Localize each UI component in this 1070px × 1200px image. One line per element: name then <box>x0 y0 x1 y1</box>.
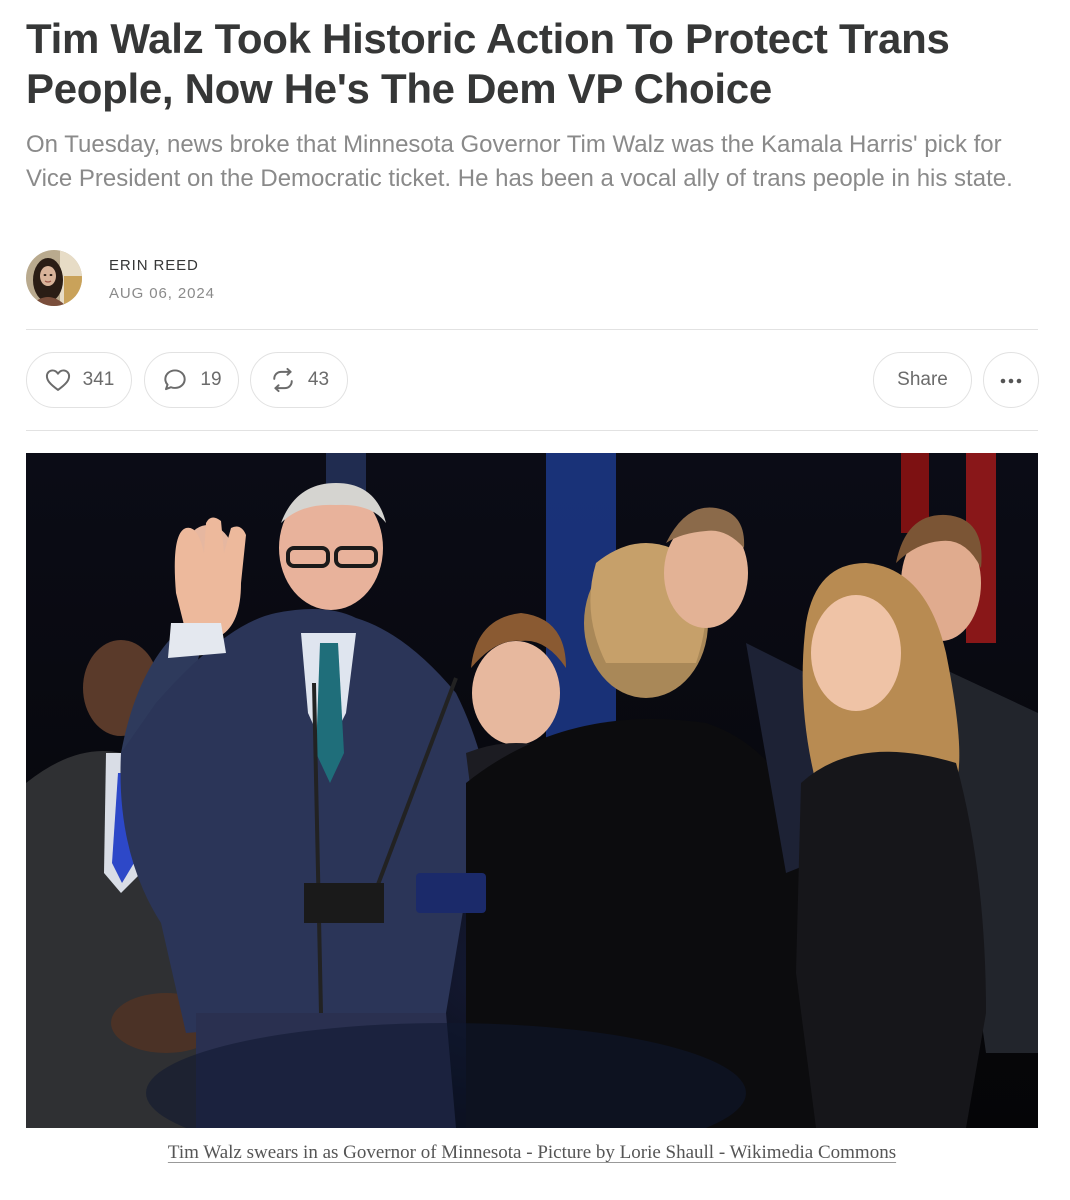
more-dots-icon <box>999 369 1023 391</box>
like-count: 341 <box>82 369 115 390</box>
share-button[interactable]: Share <box>873 352 972 408</box>
divider <box>26 329 1038 330</box>
action-bar: 341 19 43 Share <box>26 352 1039 408</box>
restack-button[interactable]: 43 <box>250 352 348 408</box>
article-page: Tim Walz Took Historic Action To Protect… <box>26 0 1039 1200</box>
divider <box>26 430 1038 431</box>
article-title: Tim Walz Took Historic Action To Protect… <box>26 15 950 112</box>
comment-count: 19 <box>200 369 222 390</box>
restack-arrows-icon <box>269 366 297 394</box>
article-subtitle: On Tuesday, news broke that Minnesota Go… <box>26 131 1013 192</box>
more-options-button[interactable] <box>983 352 1039 408</box>
author-avatar[interactable] <box>26 250 82 306</box>
comment-bubble-icon <box>161 366 189 394</box>
article-photo[interactable] <box>26 453 1038 1128</box>
heart-icon <box>44 366 72 394</box>
photo-caption[interactable]: Tim Walz swears in as Governor of Minnes… <box>136 1138 928 1167</box>
publish-date: AUG 06, 2024 <box>109 285 215 302</box>
restack-count: 43 <box>307 369 330 390</box>
like-button[interactable]: 341 <box>26 352 132 408</box>
byline: ERIN REED AUG 06, 2024 <box>26 250 426 308</box>
author-name[interactable]: ERIN REED <box>109 257 199 274</box>
comment-button[interactable]: 19 <box>144 352 239 408</box>
